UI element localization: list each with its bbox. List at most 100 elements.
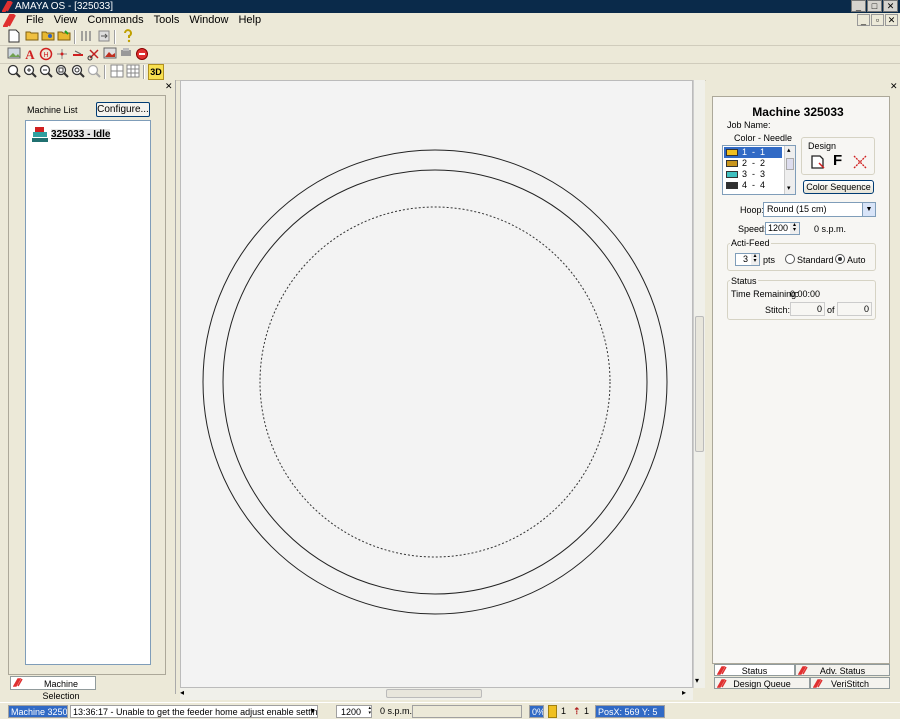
tab-status[interactable]: Status — [714, 664, 795, 676]
stitch-icon[interactable] — [852, 154, 868, 170]
color-scroll-thumb[interactable] — [786, 158, 794, 170]
color-needle-list[interactable]: 1 - 12 - 23 - 34 - 4 ▴ ▾ — [722, 145, 796, 195]
mdi-close-button[interactable]: ✕ — [885, 14, 898, 26]
canvas-vertical-scrollbar[interactable]: ▾ — [693, 80, 705, 688]
design-edit-icon[interactable] — [810, 154, 826, 170]
help-icon[interactable] — [120, 29, 136, 45]
tab-veristitch-label: VeriStitch — [830, 679, 870, 689]
design-canvas[interactable] — [180, 80, 693, 688]
zoom-out-icon[interactable] — [38, 64, 54, 80]
menu-tools[interactable]: Tools — [149, 13, 185, 28]
zoom-fit-icon[interactable] — [6, 64, 22, 80]
color-needle-row[interactable]: 4 - 4 — [724, 180, 782, 191]
3d-view-icon[interactable]: 3D — [148, 64, 164, 80]
hoop-value: Round (15 cm) — [767, 204, 827, 214]
color-swatch — [726, 171, 738, 178]
document-logo-icon[interactable] — [3, 14, 17, 27]
color-scroll-down-icon[interactable]: ▾ — [787, 184, 791, 192]
hoop-dropdown-icon[interactable]: ▼ — [862, 203, 875, 216]
status-speed-spin-icon[interactable]: ▴ ▾ — [363, 706, 371, 716]
color-sequence-button[interactable]: Color Sequence — [803, 180, 874, 194]
color-scroll-up-icon[interactable]: ▴ — [787, 146, 791, 154]
auto-radio[interactable] — [835, 254, 845, 264]
standard-radio[interactable] — [785, 254, 795, 264]
speed-label: Speed: — [738, 224, 767, 234]
scroll-right-icon[interactable]: ▸ — [682, 688, 686, 697]
horizontal-scroll-thumb[interactable] — [386, 689, 482, 698]
fill-icon[interactable] — [102, 47, 118, 63]
tab-design-queue[interactable]: Design Queue — [714, 677, 810, 689]
color-needle-row[interactable]: 1 - 1 — [724, 147, 782, 158]
zoom-in-icon[interactable] — [22, 64, 38, 80]
machine-icon[interactable] — [118, 47, 134, 63]
actifeed-stepper[interactable]: 3 ▴ ▾ — [735, 253, 760, 266]
tab-logo-icon — [813, 679, 823, 688]
title-bar: AMAYA OS - [325033] _ □ ✕ — [0, 0, 900, 13]
left-panel-close-icon[interactable]: ✕ — [165, 82, 173, 91]
needle-icon[interactable] — [54, 47, 70, 63]
open-folder-icon[interactable] — [24, 29, 40, 45]
color-needle-row[interactable]: 2 - 2 — [724, 158, 782, 169]
speed-spin-icon[interactable]: ▴ ▾ — [790, 222, 799, 234]
hoop-icon[interactable]: H — [38, 47, 54, 63]
time-remaining-label: Time Remaining: — [731, 289, 799, 299]
design-group: Design F — [801, 137, 875, 175]
menu-view[interactable]: View — [49, 13, 83, 28]
status-machine[interactable]: Machine 325033 — [8, 705, 68, 718]
save-icon[interactable] — [56, 29, 72, 45]
color-needle-row[interactable]: 3 - 3 — [724, 169, 782, 180]
trim-icon[interactable] — [86, 47, 102, 63]
machine-list[interactable]: 325033 - Idle — [25, 120, 151, 665]
menu-window[interactable]: Window — [184, 13, 233, 28]
open-design-icon[interactable] — [40, 29, 56, 45]
mdi-minimize-button[interactable]: _ — [857, 14, 870, 26]
tab-design-queue-label: Design Queue — [733, 679, 791, 689]
maximize-button[interactable]: □ — [867, 0, 882, 12]
message-dropdown-icon[interactable]: ▼ — [309, 706, 316, 717]
text-icon[interactable]: A — [22, 47, 38, 63]
tab-logo-icon — [717, 679, 727, 688]
scroll-left-icon[interactable]: ◂ — [180, 688, 184, 697]
close-button[interactable]: ✕ — [883, 0, 898, 12]
grid-icon[interactable] — [109, 64, 125, 80]
image-icon[interactable] — [6, 47, 22, 63]
scroll-down-icon[interactable]: ▾ — [695, 676, 699, 685]
zoom-window-icon[interactable] — [54, 64, 70, 80]
status-message: 13:36:17 - Unable to get the feeder home… — [73, 707, 318, 717]
embroidery-machine-icon — [32, 127, 48, 142]
minimize-button[interactable]: _ — [851, 0, 866, 12]
speed-stepper[interactable]: 1200 ▴ ▾ — [765, 222, 800, 235]
time-remaining-value: 0:00:00 — [790, 289, 821, 299]
status-message-select[interactable]: 13:36:17 - Unable to get the feeder home… — [70, 705, 318, 718]
tab-machine-selection[interactable]: Machine Selection — [10, 676, 96, 701]
right-panel-close-icon[interactable]: ✕ — [890, 82, 898, 91]
tab-veristitch[interactable]: VeriStitch — [810, 677, 890, 689]
stop-icon[interactable] — [134, 47, 150, 63]
vertical-scroll-thumb[interactable] — [695, 316, 704, 452]
menu-file[interactable]: File — [21, 13, 49, 28]
actifeed-spin-icon[interactable]: ▴ ▾ — [751, 253, 759, 265]
mdi-restore-button[interactable]: ▫ — [871, 14, 884, 26]
menu-help[interactable]: Help — [233, 13, 266, 28]
status-progress-bar — [412, 705, 522, 718]
font-icon[interactable]: F — [833, 152, 842, 169]
svg-text:H: H — [43, 52, 48, 59]
grid-fine-icon[interactable] — [125, 64, 141, 80]
send-icon[interactable] — [96, 29, 112, 45]
scissors-icon[interactable] — [70, 47, 86, 63]
menu-bar: File View Commands Tools Window Help _ ▫… — [0, 13, 900, 28]
color-needle-label: 1 - 1 — [742, 147, 766, 157]
list-item[interactable]: 325033 - Idle — [29, 124, 111, 146]
canvas-horizontal-scrollbar[interactable]: ◂ ▸ — [180, 688, 693, 700]
zoom-hoop-icon[interactable] — [70, 64, 86, 80]
hoop-select[interactable]: Round (15 cm) ▼ — [763, 202, 876, 217]
menu-commands[interactable]: Commands — [82, 13, 148, 28]
tab-adv-status[interactable]: Adv. Status — [795, 664, 890, 676]
status-speed-stepper[interactable]: 1200 ▴ ▾ — [336, 705, 372, 718]
configure-button[interactable]: Configure... — [96, 102, 150, 117]
stitch-label: Stitch: — [765, 305, 791, 315]
color-list-scrollbar[interactable]: ▴ ▾ — [784, 146, 795, 194]
color-swatch — [726, 182, 738, 189]
transfer-icon[interactable] — [78, 29, 94, 45]
new-file-icon[interactable] — [6, 29, 22, 45]
